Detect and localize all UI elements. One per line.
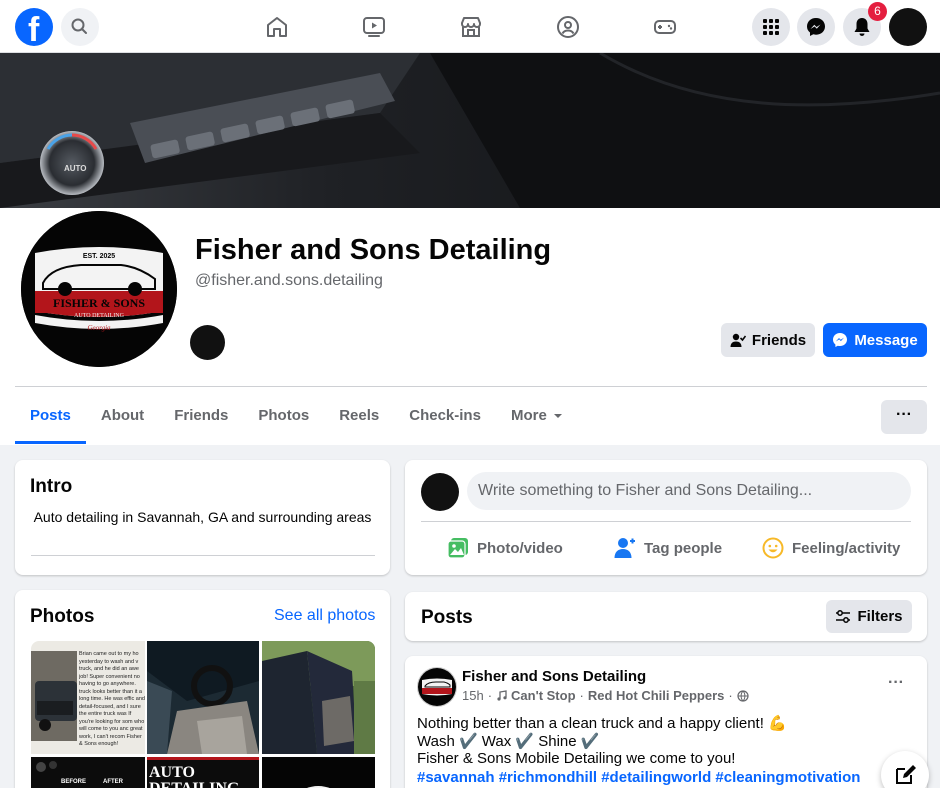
post-artist[interactable]: Red Hot Chili Peppers bbox=[588, 688, 725, 703]
gaming-icon[interactable] bbox=[652, 14, 678, 40]
photo-video-button[interactable]: Photo/video bbox=[447, 536, 563, 560]
post-hashtags[interactable]: #savannah #richmondhill #detailingworld … bbox=[417, 769, 860, 786]
filters-button[interactable]: Filters bbox=[826, 600, 912, 633]
tag-people-icon bbox=[614, 538, 635, 558]
tag-people-button[interactable]: Tag people bbox=[614, 536, 722, 560]
tab-photos[interactable]: Photos bbox=[243, 388, 324, 444]
tab-posts[interactable]: Posts bbox=[15, 388, 86, 444]
post-text-line-1: Nothing better than a clean truck and a … bbox=[417, 715, 787, 732]
intro-bio: Auto detailing in Savannah, GA and surro… bbox=[33, 509, 372, 525]
post-options-button[interactable]: ··· bbox=[888, 674, 904, 692]
intro-title: Intro bbox=[30, 476, 73, 497]
marketplace-icon[interactable] bbox=[458, 14, 484, 40]
post-author-name[interactable]: Fisher and Sons Detailing bbox=[462, 668, 646, 685]
photo-thumbnail-review[interactable]: Brian came out to my ho yesterday to was… bbox=[31, 641, 145, 754]
globe-icon bbox=[737, 689, 749, 702]
post-meta: 15h · Can't Stop · Red Hot Chili Peppers… bbox=[462, 688, 749, 703]
message-button[interactable]: Message bbox=[823, 323, 927, 357]
meta-separator: · bbox=[728, 688, 733, 703]
post-text-line-3: Fisher & Sons Mobile Detailing we come t… bbox=[417, 750, 736, 767]
auto-label: AUTO bbox=[149, 764, 195, 781]
tab-reels[interactable]: Reels bbox=[324, 388, 394, 444]
logo-sub-text: AUTO DETAILING bbox=[74, 313, 125, 319]
profile-tabs: Posts About Friends Photos Reels Check-i… bbox=[15, 388, 578, 444]
messenger-icon bbox=[807, 18, 825, 36]
search-icon bbox=[71, 18, 87, 34]
feeling-activity-label: Feeling/activity bbox=[792, 539, 901, 557]
cover-photo[interactable]: AUTO bbox=[0, 53, 940, 208]
groups-icon[interactable] bbox=[555, 14, 581, 40]
header-divider bbox=[15, 386, 927, 387]
logo-brand-text: FISHER & SONS bbox=[53, 296, 145, 310]
page-profile-picture[interactable]: EST. 2025 FISHER & SONS AUTO DETAILING G… bbox=[18, 208, 180, 370]
account-avatar[interactable] bbox=[889, 8, 927, 46]
photo-icon bbox=[447, 538, 468, 559]
see-all-photos-link[interactable]: See all photos bbox=[274, 607, 375, 625]
after-label: AFTER bbox=[103, 779, 124, 785]
fisher-sons-logo: EST. 2025 FISHER & SONS AUTO DETAILING G… bbox=[21, 211, 177, 367]
photo-thumbnail-door[interactable] bbox=[262, 641, 375, 754]
more-actions-button[interactable]: ··· bbox=[881, 400, 927, 434]
photos-title: Photos bbox=[30, 606, 95, 627]
caret-down-icon bbox=[553, 414, 562, 418]
friends-button[interactable]: Friends bbox=[721, 323, 815, 357]
composer-divider bbox=[421, 521, 911, 522]
tab-more[interactable]: More bbox=[496, 388, 578, 444]
intro-divider bbox=[31, 555, 375, 556]
photo-thumbnail-interior[interactable] bbox=[147, 641, 259, 754]
video-icon[interactable] bbox=[361, 14, 387, 40]
search-button[interactable] bbox=[61, 8, 99, 46]
composer-avatar bbox=[421, 473, 459, 511]
tab-more-label: More bbox=[510, 407, 547, 424]
page-handle: @fisher.and.sons.detailing bbox=[195, 272, 383, 289]
message-button-label: Message bbox=[854, 331, 918, 349]
before-label: BEFORE bbox=[61, 779, 86, 785]
logo-state-text: Georgia bbox=[87, 324, 111, 332]
post-text-line-2: Wash ✔️ Wax ✔️ Shine ✔️ bbox=[417, 733, 600, 750]
post-time[interactable]: 15h bbox=[462, 688, 484, 703]
svg-text:AUTO: AUTO bbox=[64, 164, 87, 173]
facebook-logo[interactable]: f bbox=[15, 8, 53, 49]
review-text: Brian came out to my ho yesterday to was… bbox=[79, 651, 145, 747]
messenger-icon bbox=[833, 333, 848, 347]
menu-grid-icon bbox=[763, 19, 779, 35]
tab-check-ins[interactable]: Check-ins bbox=[394, 388, 496, 444]
page-title: Fisher and Sons Detailing bbox=[195, 234, 552, 266]
friends-button-label: Friends bbox=[751, 331, 807, 349]
post-song[interactable]: Can't Stop bbox=[511, 688, 575, 703]
music-note-icon bbox=[497, 690, 507, 701]
smiley-icon bbox=[762, 537, 784, 559]
messenger-button[interactable] bbox=[797, 8, 835, 46]
notification-badge: 6 bbox=[868, 2, 887, 21]
post-author-avatar[interactable] bbox=[417, 667, 457, 707]
menu-button[interactable] bbox=[752, 8, 790, 46]
tab-friends[interactable]: Friends bbox=[159, 388, 243, 444]
detailing-label: DETAILING bbox=[149, 780, 240, 788]
photo-thumbnail-logo[interactable] bbox=[262, 757, 375, 788]
friend-avatar[interactable] bbox=[190, 325, 225, 360]
meta-separator: · bbox=[579, 688, 584, 703]
tag-people-label: Tag people bbox=[644, 539, 723, 557]
top-navigation-bar: f 6 bbox=[0, 0, 940, 53]
feeling-activity-button[interactable]: Feeling/activity bbox=[762, 536, 900, 560]
home-icon[interactable] bbox=[264, 14, 290, 40]
compose-icon bbox=[896, 765, 916, 784]
cover-photo-image: AUTO bbox=[0, 53, 940, 208]
composer-input[interactable]: Write something to Fisher and Sons Detai… bbox=[467, 472, 911, 510]
photo-thumbnail-auto-detailing[interactable]: AUTO DETAILING bbox=[147, 757, 259, 788]
meta-separator: · bbox=[487, 688, 493, 703]
photo-thumbnail-before-after[interactable]: BEFORE AFTER bbox=[31, 757, 145, 788]
tab-about[interactable]: About bbox=[86, 388, 159, 444]
new-message-button[interactable] bbox=[881, 751, 929, 788]
photo-video-label: Photo/video bbox=[477, 539, 563, 557]
person-check-icon bbox=[730, 333, 746, 347]
posts-title: Posts bbox=[421, 607, 473, 628]
filters-label: Filters bbox=[857, 608, 903, 625]
filters-icon bbox=[836, 609, 851, 623]
logo-est-text: EST. 2025 bbox=[83, 253, 115, 260]
